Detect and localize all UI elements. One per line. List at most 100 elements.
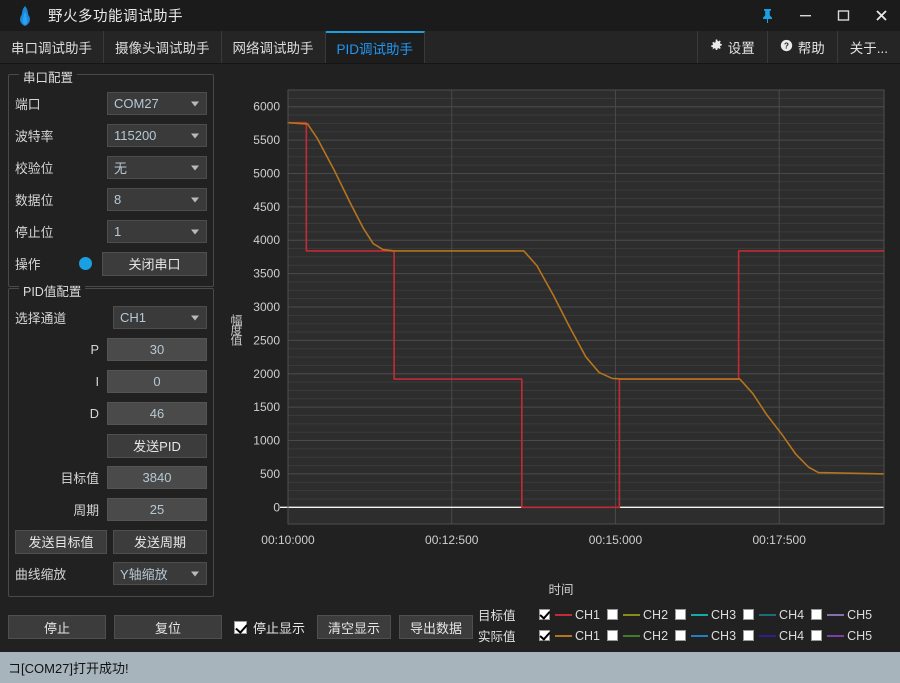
legend-channel-label: CH4	[779, 628, 805, 643]
baudrate-value: 115200	[114, 128, 157, 143]
legend-channel-label: CH3	[711, 607, 737, 622]
maximize-icon[interactable]	[824, 0, 862, 31]
status-message: コ[COM27]打开成功!	[8, 661, 129, 676]
chart-y-tick-label: 3000	[253, 300, 280, 314]
status-bar: コ[COM27]打开成功!	[0, 652, 900, 683]
legend-checkbox-ch1[interactable]	[539, 609, 550, 620]
legend-color-swatch	[759, 634, 777, 637]
about-button[interactable]: 关于...	[836, 31, 900, 63]
legend-color-swatch	[691, 613, 709, 616]
port-select[interactable]: COM27	[107, 92, 207, 115]
pin-icon[interactable]	[748, 0, 786, 31]
operation-label: 操作	[15, 257, 41, 272]
send-pid-button[interactable]: 发送PID	[107, 433, 207, 458]
legend-checkbox-ch4[interactable]	[743, 630, 755, 641]
flame-icon	[12, 5, 38, 27]
chart-x-tick-label: 00:12:500	[425, 533, 479, 547]
tab-pid[interactable]: PID调试助手	[325, 31, 426, 63]
close-icon[interactable]	[862, 0, 900, 31]
legend-checkbox-ch5[interactable]	[811, 630, 823, 641]
legend-channel-label: CH2	[643, 628, 669, 643]
export-data-button[interactable]: 导出数据	[399, 615, 474, 639]
stopbits-select[interactable]: 1	[107, 220, 207, 243]
help-label: 帮助	[797, 41, 825, 56]
databits-label: 数据位	[15, 193, 54, 208]
svg-text:?: ?	[784, 41, 789, 50]
pid-chart[interactable]: 幅度值 时间 0 500 1000 1500 2000 2500 3000 3500 4000 4…	[222, 64, 900, 602]
stop-display-label: 停止显示	[253, 620, 306, 636]
operation-row: 操作 关闭串口	[15, 251, 207, 276]
stopbits-label: 停止位	[15, 225, 54, 240]
stopbits-value: 1	[114, 224, 122, 239]
question-icon: ?	[780, 39, 793, 55]
tab-camera[interactable]: 摄像头调试助手	[104, 31, 222, 63]
channel-select[interactable]: CH1	[113, 306, 207, 329]
parity-label: 校验位	[15, 161, 54, 176]
reset-button[interactable]: 复位	[114, 615, 222, 639]
databits-value: 8	[114, 192, 122, 207]
port-value: COM27	[114, 96, 159, 111]
chart-y-tick-label: 0	[273, 500, 280, 514]
legend-item-ch3[interactable]: CH3	[675, 629, 736, 643]
stop-button[interactable]: 停止	[8, 615, 106, 639]
pid-config-group: PID值配置 选择通道 CH1 P 30 I 0 D 46 发送PID 目标值 …	[8, 281, 214, 597]
chevron-down-icon	[191, 571, 199, 576]
legend-item-ch4[interactable]: CH4	[743, 629, 804, 643]
stop-display-checkbox[interactable]	[234, 620, 247, 634]
legend-item-ch5[interactable]: CH5	[811, 608, 872, 622]
parity-row: 校验位 无	[15, 155, 207, 180]
legend-item-ch3[interactable]: CH3	[675, 608, 736, 622]
legend-checkbox-ch4[interactable]	[743, 609, 755, 620]
close-serial-button[interactable]: 关闭串口	[102, 251, 207, 276]
legend-channel-label: CH2	[643, 607, 669, 622]
i-row: I 0	[15, 369, 207, 394]
d-input[interactable]: 46	[107, 402, 207, 425]
send-buttons-row: 发送目标值 发送周期	[15, 529, 207, 554]
tab-network[interactable]: 网络调试助手	[222, 31, 326, 63]
legend-checkbox-ch1[interactable]	[539, 630, 550, 641]
tab-serial[interactable]: 串口调试助手	[0, 31, 104, 63]
legend-item-ch1[interactable]: CH1	[539, 608, 600, 622]
legend-item-ch2[interactable]: CH2	[607, 608, 668, 622]
databits-select[interactable]: 8	[107, 188, 207, 211]
chart-y-tick-label: 500	[260, 467, 280, 481]
send-pid-row: 发送PID	[15, 433, 207, 458]
baudrate-select[interactable]: 115200	[107, 124, 207, 147]
parity-select[interactable]: 无	[107, 156, 207, 179]
help-button[interactable]: ? 帮助	[766, 31, 837, 63]
title-bar: 野火多功能调试助手	[0, 0, 900, 31]
channel-value: CH1	[120, 310, 147, 325]
serial-config-title: 串口配置	[19, 67, 78, 86]
application-window: 野火多功能调试助手 串口调试助手 摄像头调试助手 网络调试助手 PID调试助手	[0, 0, 900, 683]
send-target-button[interactable]: 发送目标值	[15, 529, 107, 554]
legend-checkbox-ch5[interactable]	[811, 609, 823, 620]
chart-x-tick-label: 00:15:000	[589, 533, 643, 547]
legend-item-ch5[interactable]: CH5	[811, 629, 872, 643]
legend-checkbox-ch2[interactable]	[607, 630, 619, 641]
legend-item-ch4[interactable]: CH4	[743, 608, 804, 622]
port-label: 端口	[15, 97, 41, 112]
send-period-button[interactable]: 发送周期	[113, 529, 207, 554]
app-title: 野火多功能调试助手	[48, 9, 183, 25]
stop-display-checkbox-group[interactable]: 停止显示	[234, 618, 305, 637]
channel-row: 选择通道 CH1	[15, 305, 207, 330]
target-row: 目标值 3840	[15, 465, 207, 490]
i-input[interactable]: 0	[107, 370, 207, 393]
legend-item-ch1[interactable]: CH1	[539, 629, 600, 643]
legend-checkbox-ch2[interactable]	[607, 609, 619, 620]
settings-button[interactable]: 设置	[696, 31, 767, 63]
legend-checkbox-ch3[interactable]	[675, 630, 687, 641]
period-input[interactable]: 25	[107, 498, 207, 521]
p-input[interactable]: 30	[107, 338, 207, 361]
p-label: P	[90, 342, 99, 357]
clear-display-button[interactable]: 清空显示	[317, 615, 392, 639]
legend-checkbox-ch3[interactable]	[675, 609, 687, 620]
chart-x-axis-label: 时间	[548, 583, 574, 597]
target-input[interactable]: 3840	[107, 466, 207, 489]
legend-item-ch2[interactable]: CH2	[607, 629, 668, 643]
chart-y-tick-label: 2500	[253, 333, 280, 347]
target-label: 目标值	[60, 471, 99, 486]
minimize-icon[interactable]	[786, 0, 824, 31]
zoom-select[interactable]: Y轴缩放	[113, 562, 207, 585]
legend-color-swatch	[691, 634, 709, 637]
